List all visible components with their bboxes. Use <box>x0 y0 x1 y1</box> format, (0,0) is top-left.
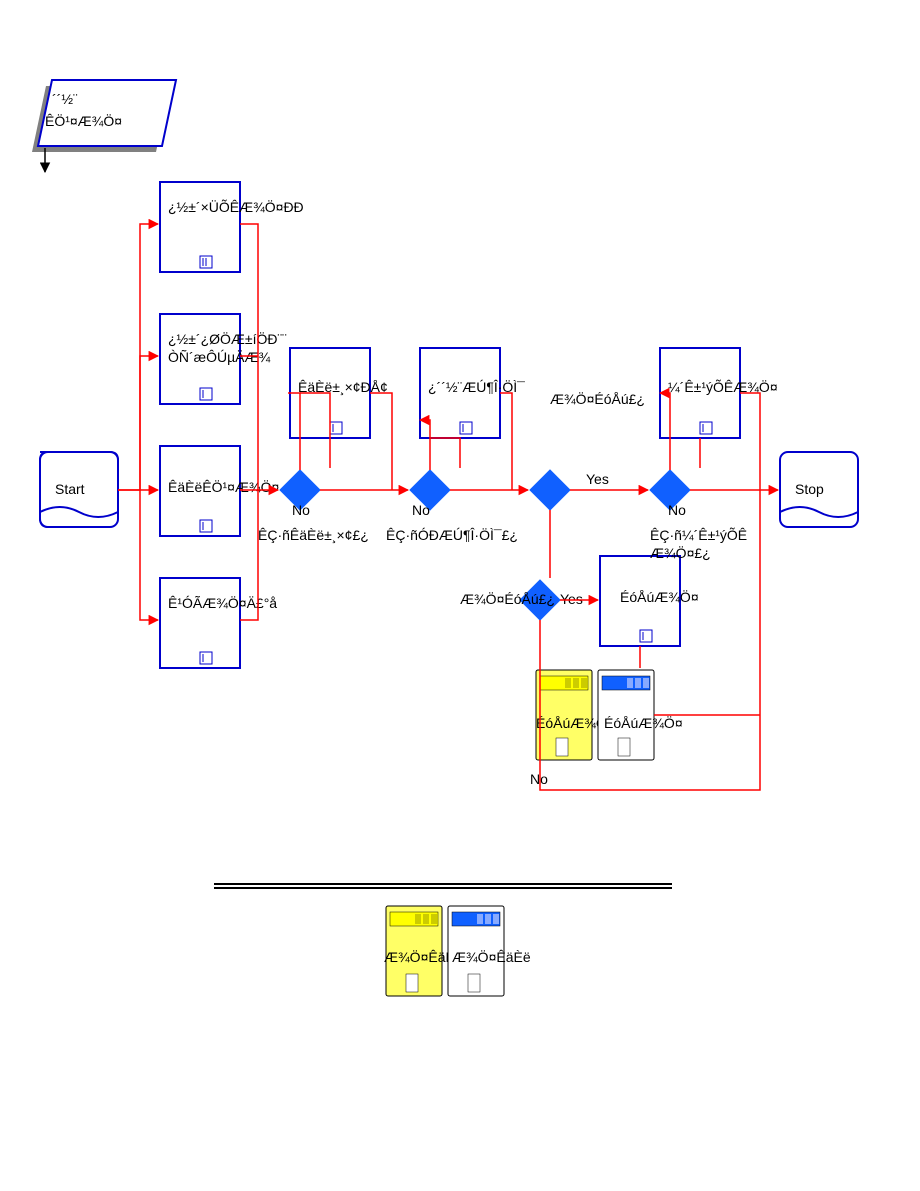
d3-qb: Æ¾Ö¤£¿ <box>650 544 711 561</box>
p3-label: ÊäÈëÊÖ¹¤Æ¾Ö¤ <box>168 478 279 495</box>
p1-label: ¿½±´×ÜÕÊÆ¾Ö¤ÐÐ <box>168 198 304 215</box>
title-card: ´´½¨ ÊÖ¹¤Æ¾Ö¤ <box>32 80 176 172</box>
process-p3: ÊäÈëÊÖ¹¤Æ¾Ö¤ <box>160 446 279 536</box>
d1-q: ÊÇ·ñÊäÈë±¸×¢£¿ <box>258 527 369 543</box>
d3-qa: ÊÇ·ñ¼´Ê±¹ýÕÊ <box>650 527 747 543</box>
decision-d2: No ÊÇ·ñÓÐÆÚ¶Î·ÖÌ¯£¿ <box>386 470 518 543</box>
d1-no: No <box>292 502 310 518</box>
stop-label: Stop <box>795 481 824 497</box>
p2b-label: ÒÑ´æÔÚµÄÆ¾ <box>168 349 271 365</box>
legend: Æ¾Ö¤ÊäÈë Æ¾Ö¤ÊäÈë <box>214 884 672 996</box>
d4-q: Æ¾Ö¤ÉóÅú£¿ <box>460 590 555 607</box>
d2-no: No <box>412 502 430 518</box>
p8-label: ¼´Ê±¹ýÕÊÆ¾Ö¤ <box>668 378 778 395</box>
dmid-yes: Yes <box>586 471 609 487</box>
p11-label: ÉóÅúÆ¾Ö¤ <box>604 714 683 731</box>
p2a-label: ¿½±´¿ØÖÆ±íÖÐ¨¨ <box>168 330 287 347</box>
stop-block: Stop <box>780 452 858 527</box>
p7-label: Æ¾Ö¤ÉóÅú£¿ <box>550 390 645 407</box>
title-line2: ÊÖ¹¤Æ¾Ö¤ <box>45 112 122 129</box>
decision-d-mid: Yes Æ¾Ö¤ÉóÅú£¿ <box>530 390 645 510</box>
process-p1: ¿½±´×ÜÕÊÆ¾Ö¤ÐÐ <box>160 182 304 272</box>
process-p4: Ê¹ÓÃÆ¾Ö¤Ä£°å <box>160 578 277 668</box>
d4-yes: Yes <box>560 591 583 607</box>
d2-q: ÊÇ·ñÓÐÆÚ¶Î·ÖÌ¯£¿ <box>386 526 518 543</box>
title-line1: ´´½¨ <box>52 91 78 107</box>
p4-label: Ê¹ÓÃÆ¾Ö¤Ä£°å <box>168 594 277 611</box>
process-p9: ÉóÅúÆ¾Ö¤ <box>600 556 699 646</box>
start-block: Start <box>40 452 118 527</box>
legend-right-label: Æ¾Ö¤ÊäÈë <box>452 948 531 965</box>
d4-no: No <box>530 771 548 787</box>
d3-no: No <box>668 502 686 518</box>
start-label: Start <box>55 481 85 497</box>
process-p2: ¿½±´¿ØÖÆ±íÖÐ¨¨ ÒÑ´æÔÚµÄÆ¾ <box>160 314 287 404</box>
decision-d3: No ÊÇ·ñ¼´Ê±¹ýÕÊ Æ¾Ö¤£¿ <box>650 470 747 561</box>
p9-label: ÉóÅúÆ¾Ö¤ <box>620 588 699 605</box>
